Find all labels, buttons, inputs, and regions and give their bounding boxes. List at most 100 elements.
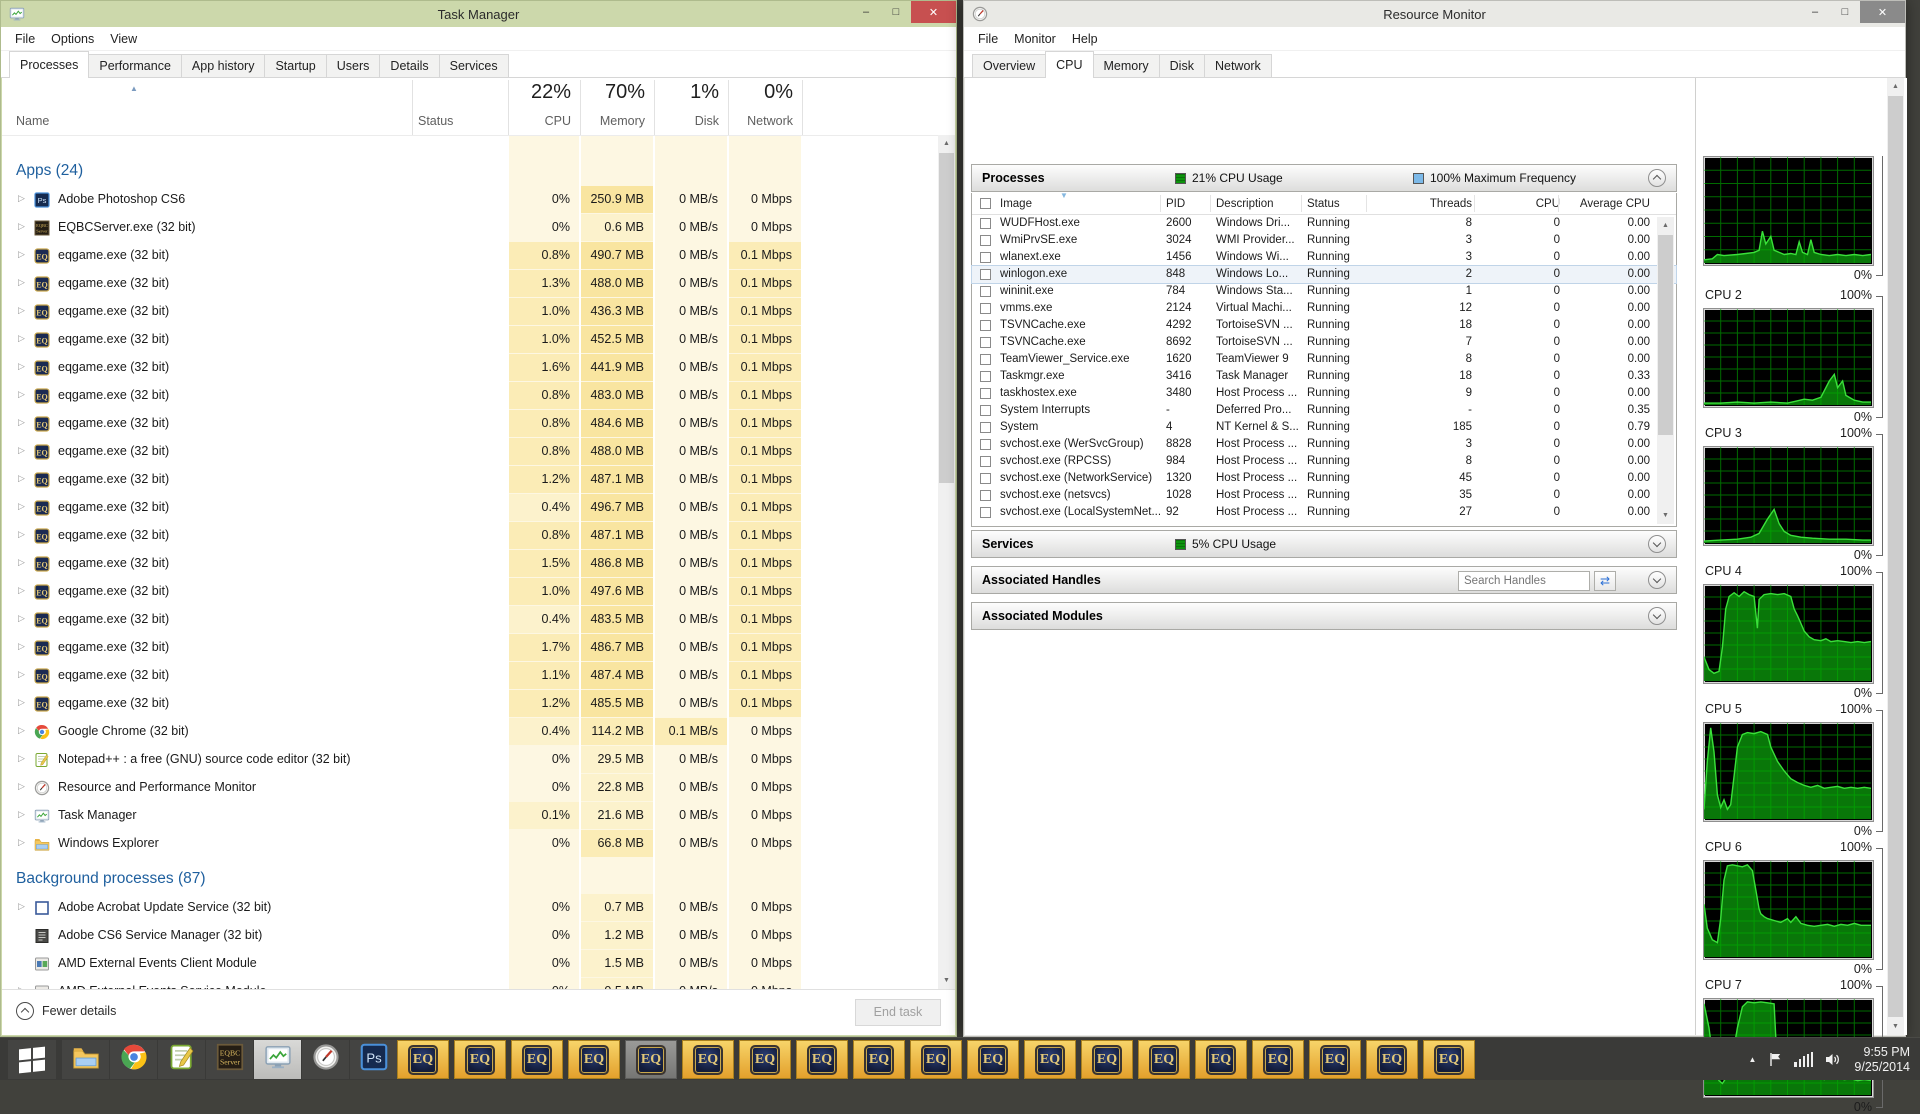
- expand-row-icon[interactable]: ▷: [18, 613, 25, 624]
- taskbar-button-eqgame[interactable]: EQ: [682, 1040, 734, 1079]
- process-row[interactable]: ▷EQeqgame.exe (32 bit)1.5%486.8 MB0 MB/s…: [2, 550, 941, 578]
- scrollbar-thumb[interactable]: [1658, 235, 1673, 435]
- resource-monitor-tab-cpu[interactable]: CPU: [1045, 51, 1093, 78]
- resource-process-row[interactable]: System4NT Kernel & S...Running18500.79: [972, 419, 1676, 436]
- process-row[interactable]: ▷EQBCServerEQBCServer.exe (32 bit)0%0.6 …: [2, 214, 941, 242]
- expand-section-button[interactable]: [1648, 571, 1666, 589]
- scrollbar-thumb[interactable]: [939, 153, 954, 483]
- expand-section-button[interactable]: [1648, 607, 1666, 625]
- select-all-checkbox[interactable]: [980, 198, 991, 209]
- column-header-image[interactable]: Image: [1000, 193, 1160, 215]
- expand-row-icon[interactable]: ▷: [18, 669, 25, 680]
- resource-process-row[interactable]: taskhostex.exe3480Host Process ...Runnin…: [972, 385, 1676, 402]
- maximize-button[interactable]: □: [881, 1, 911, 23]
- process-row[interactable]: ▷Resource and Performance Monitor0%22.8 …: [2, 774, 941, 802]
- row-checkbox[interactable]: [980, 269, 991, 280]
- process-row[interactable]: ▷EQeqgame.exe (32 bit)1.6%441.9 MB0 MB/s…: [2, 354, 941, 382]
- resource-process-row[interactable]: wlanext.exe1456Windows Wi...Running300.0…: [972, 249, 1676, 266]
- process-row[interactable]: ▷Task Manager0.1%21.6 MB0 MB/s0 Mbps: [2, 802, 941, 830]
- resource-monitor-menu-monitor[interactable]: Monitor: [1006, 29, 1064, 49]
- process-list-scrollbar[interactable]: ▲ ▼: [938, 135, 955, 989]
- row-checkbox[interactable]: [980, 473, 991, 484]
- expand-row-icon[interactable]: ▷: [18, 529, 25, 540]
- resource-process-row[interactable]: svchost.exe (NetworkService)1320Host Pro…: [972, 470, 1676, 487]
- taskbar-button-eqgame[interactable]: EQ: [1195, 1040, 1247, 1079]
- action-center-flag-icon[interactable]: [1768, 1052, 1782, 1067]
- process-row[interactable]: ▷EQeqgame.exe (32 bit)1.0%436.3 MB0 MB/s…: [2, 298, 941, 326]
- minimize-button[interactable]: –: [851, 1, 881, 23]
- expand-row-icon[interactable]: ▷: [18, 445, 25, 456]
- close-button[interactable]: ✕: [1860, 1, 1905, 23]
- row-checkbox[interactable]: [980, 456, 991, 467]
- process-row[interactable]: ▷EQeqgame.exe (32 bit)0.4%483.5 MB0 MB/s…: [2, 606, 941, 634]
- network-signal-icon[interactable]: [1794, 1053, 1813, 1067]
- resource-monitor-menu-file[interactable]: File: [970, 29, 1006, 49]
- column-header-memory[interactable]: 70%Memory: [580, 78, 654, 135]
- taskbar-button-eqbc[interactable]: EQBCServer: [206, 1040, 253, 1079]
- column-header-status[interactable]: Status: [418, 114, 453, 128]
- resource-process-row[interactable]: TSVNCache.exe8692TortoiseSVN ...Running7…: [972, 334, 1676, 351]
- process-row[interactable]: ▷EQeqgame.exe (32 bit)1.0%497.6 MB0 MB/s…: [2, 578, 941, 606]
- resource-monitor-tab-network[interactable]: Network: [1204, 54, 1272, 78]
- column-header-description[interactable]: Description: [1216, 193, 1304, 215]
- process-row[interactable]: ▷EQeqgame.exe (32 bit)1.1%487.4 MB0 MB/s…: [2, 662, 941, 690]
- taskbar-button-eqgame[interactable]: EQ: [967, 1040, 1019, 1079]
- row-checkbox[interactable]: [980, 507, 991, 518]
- refresh-handles-icon[interactable]: ⇄: [1594, 571, 1616, 591]
- resource-monitor-tab-disk[interactable]: Disk: [1159, 54, 1205, 78]
- row-checkbox[interactable]: [980, 337, 991, 348]
- taskbar-button-eqgame[interactable]: EQ: [1309, 1040, 1361, 1079]
- column-header-pid[interactable]: PID: [1166, 193, 1214, 215]
- process-row[interactable]: ▷EQeqgame.exe (32 bit)0.8%484.6 MB0 MB/s…: [2, 410, 941, 438]
- row-checkbox[interactable]: [980, 422, 991, 433]
- expand-row-icon[interactable]: ▷: [18, 361, 25, 372]
- process-row[interactable]: ▷Adobe Acrobat Update Service (32 bit)0%…: [2, 894, 941, 922]
- expand-row-icon[interactable]: ▷: [18, 473, 25, 484]
- taskbar-button-eqgame[interactable]: EQ: [796, 1040, 848, 1079]
- expand-row-icon[interactable]: ▷: [18, 585, 25, 596]
- taskbar-button-eqgame[interactable]: EQ: [397, 1040, 449, 1079]
- process-row[interactable]: ▷EQeqgame.exe (32 bit)1.3%488.0 MB0 MB/s…: [2, 270, 941, 298]
- task-manager-tab-details[interactable]: Details: [379, 54, 439, 78]
- expand-row-icon[interactable]: ▷: [18, 697, 25, 708]
- expand-section-button[interactable]: [1648, 535, 1666, 553]
- expand-row-icon[interactable]: ▷: [18, 557, 25, 568]
- collapse-section-button[interactable]: [1648, 169, 1666, 187]
- resource-monitor-menu-help[interactable]: Help: [1064, 29, 1106, 49]
- row-checkbox[interactable]: [980, 252, 991, 263]
- row-checkbox[interactable]: [980, 388, 991, 399]
- fewer-details-toggle[interactable]: Fewer details: [16, 1002, 116, 1020]
- resource-process-row[interactable]: TeamViewer_Service.exe1620TeamViewer 9Ru…: [972, 351, 1676, 368]
- scroll-down-icon[interactable]: ▼: [1657, 507, 1674, 524]
- taskbar-button-eqgame[interactable]: EQ: [910, 1040, 962, 1079]
- group-heading[interactable]: Background processes (87): [2, 864, 941, 894]
- resource-process-row[interactable]: svchost.exe (netsvcs)1028Host Process ..…: [972, 487, 1676, 504]
- resource-process-row[interactable]: svchost.exe (LocalSystemNet...92Host Pro…: [972, 504, 1676, 521]
- process-row[interactable]: ▷Google Chrome (32 bit)0.4%114.2 MB0.1 M…: [2, 718, 941, 746]
- scroll-up-icon[interactable]: ▲: [1657, 217, 1674, 234]
- expand-row-icon[interactable]: ▷: [18, 837, 25, 848]
- taskbar-button-eqgame[interactable]: EQ: [625, 1040, 677, 1079]
- taskbar-button-taskmgr[interactable]: [254, 1040, 301, 1079]
- scrollbar-thumb[interactable]: [1888, 96, 1903, 1017]
- column-header-cpu[interactable]: 22%CPU: [508, 78, 580, 135]
- resource-monitor-titlebar[interactable]: Resource Monitor – □ ✕: [964, 1, 1905, 27]
- end-task-button[interactable]: End task: [855, 999, 941, 1026]
- close-button[interactable]: ✕: [911, 1, 956, 23]
- maximize-button[interactable]: □: [1830, 1, 1860, 23]
- expand-row-icon[interactable]: ▷: [18, 249, 25, 260]
- expand-row-icon[interactable]: ▷: [18, 221, 25, 232]
- scroll-up-icon[interactable]: ▲: [938, 135, 955, 152]
- process-row[interactable]: ▷EQeqgame.exe (32 bit)1.2%485.5 MB0 MB/s…: [2, 690, 941, 718]
- row-checkbox[interactable]: [980, 235, 991, 246]
- process-row[interactable]: ▷EQeqgame.exe (32 bit)1.2%487.1 MB0 MB/s…: [2, 466, 941, 494]
- taskbar-clock[interactable]: 9:55 PM 9/25/2014: [1854, 1045, 1914, 1075]
- row-checkbox[interactable]: [980, 490, 991, 501]
- taskbar-button-npp[interactable]: [158, 1040, 205, 1079]
- task-manager-menu-file[interactable]: File: [7, 29, 43, 49]
- task-manager-titlebar[interactable]: Task Manager – □ ✕: [1, 1, 956, 27]
- column-header-network[interactable]: 0%Network: [728, 78, 802, 135]
- process-row[interactable]: Adobe CS6 Service Manager (32 bit)0%1.2 …: [2, 922, 941, 950]
- taskbar-button-eqgame[interactable]: EQ: [454, 1040, 506, 1079]
- taskbar-button-chrome[interactable]: [110, 1040, 157, 1079]
